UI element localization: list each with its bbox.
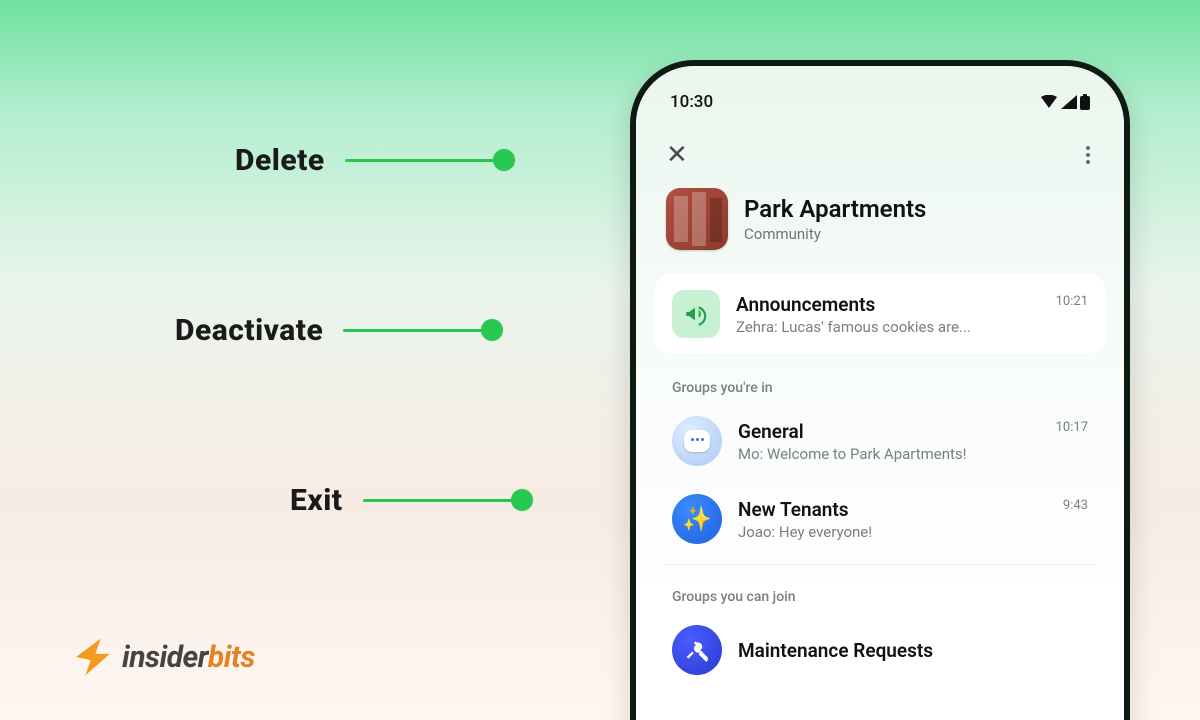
tools-icon xyxy=(672,625,722,675)
chat-preview: Mo: Welcome to Park Apartments! xyxy=(738,445,1040,463)
sparkles-icon: ✨ xyxy=(672,494,722,544)
phone-screen: 10:30 ✕ Park Apartments Community xyxy=(636,66,1124,720)
chat-body: Announcements Zehra: Lucas' famous cooki… xyxy=(736,293,1040,336)
speech-bubble-icon xyxy=(672,416,722,466)
chat-body: General Mo: Welcome to Park Apartments! xyxy=(738,420,1040,463)
wifi-icon xyxy=(1040,95,1058,109)
connector-line xyxy=(363,499,513,502)
label-deactivate: Deactivate xyxy=(175,313,323,348)
megaphone-icon xyxy=(672,290,720,338)
chat-preview: Joao: Hey everyone! xyxy=(738,523,1047,541)
status-bar: 10:30 xyxy=(636,66,1124,120)
connector-dot xyxy=(481,319,503,341)
chat-announcements[interactable]: Announcements Zehra: Lucas' famous cooki… xyxy=(654,274,1106,354)
connector-dot xyxy=(511,489,533,511)
chat-title: New Tenants xyxy=(738,498,1047,521)
chat-time: 10:21 xyxy=(1056,294,1088,309)
chat-body: Maintenance Requests xyxy=(738,639,1088,662)
chat-time: 9:43 xyxy=(1063,498,1088,513)
chat-general[interactable]: General Mo: Welcome to Park Apartments! … xyxy=(654,402,1106,480)
more-options-icon[interactable] xyxy=(1082,142,1094,168)
chat-new-tenants[interactable]: ✨ New Tenants Joao: Hey everyone! 9:43 xyxy=(654,480,1106,558)
section-groups-in: Groups you're in xyxy=(636,362,1124,402)
chat-time: 10:17 xyxy=(1056,420,1088,435)
signal-icon xyxy=(1061,95,1077,109)
label-exit: Exit xyxy=(290,483,343,518)
insiderbits-logo: insiderbits xyxy=(70,634,255,680)
chat-title: Announcements xyxy=(736,293,1040,316)
community-title-block: Park Apartments Community xyxy=(744,195,926,243)
label-exit-row: Exit xyxy=(290,480,533,520)
logo-text-part2: bits xyxy=(208,640,255,675)
connector-dot xyxy=(493,149,515,171)
phone-mockup: 10:30 ✕ Park Apartments Community xyxy=(630,60,1130,720)
logo-text-part1: insider xyxy=(122,640,208,675)
divider xyxy=(664,564,1096,565)
community-subtitle: Community xyxy=(744,225,926,243)
connector-line xyxy=(343,329,483,332)
illustration-canvas: Delete Deactivate Exit insiderbits 10:30 xyxy=(0,0,1200,720)
header-row: ✕ xyxy=(636,120,1124,180)
status-icons xyxy=(1040,94,1090,110)
chat-preview: Zehra: Lucas' famous cookies are... xyxy=(736,318,1040,336)
chat-title: General xyxy=(738,420,1040,443)
close-icon[interactable]: ✕ xyxy=(666,142,688,168)
community-title: Park Apartments xyxy=(744,195,926,223)
chat-title: Maintenance Requests xyxy=(738,639,1088,662)
connector-line xyxy=(345,159,495,162)
chat-body: New Tenants Joao: Hey everyone! xyxy=(738,498,1047,541)
chat-maintenance[interactable]: Maintenance Requests xyxy=(654,611,1106,689)
label-deactivate-row: Deactivate xyxy=(175,310,503,350)
label-delete-row: Delete xyxy=(235,140,515,180)
section-groups-join: Groups you can join xyxy=(636,571,1124,611)
community-avatar xyxy=(666,188,728,250)
battery-icon xyxy=(1080,94,1090,110)
community-header[interactable]: Park Apartments Community xyxy=(636,180,1124,274)
logo-arrow-icon xyxy=(70,634,116,680)
label-delete: Delete xyxy=(235,143,325,178)
logo-text: insiderbits xyxy=(122,640,255,675)
status-time: 10:30 xyxy=(670,92,713,112)
